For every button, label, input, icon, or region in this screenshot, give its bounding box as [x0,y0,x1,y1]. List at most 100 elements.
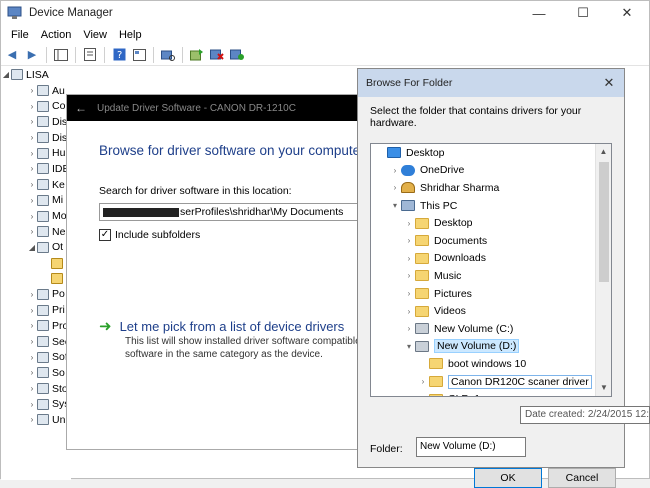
enable-device-icon[interactable] [228,46,246,64]
folder-item[interactable]: › Desktop [371,214,611,232]
expand-chevron-icon[interactable]: › [403,254,415,263]
tree-item[interactable]: › Ne [1,224,71,240]
folder-item[interactable]: › CLF -1 [371,390,611,396]
tree-item[interactable]: › Po [1,287,71,303]
show-hide-tree-icon[interactable] [52,46,70,64]
folder-item[interactable]: › OneDrive [371,162,611,180]
expand-chevron-icon[interactable]: › [389,166,401,175]
expand-chevron-icon[interactable]: › [27,164,37,173]
expand-chevron-icon[interactable]: › [403,307,415,316]
pick-driver-label[interactable]: Let me pick from a list of device driver… [120,319,345,334]
collapse-chevron-icon[interactable]: ▾ [403,342,415,351]
menu-action[interactable]: Action [35,29,78,41]
menu-view[interactable]: View [77,29,113,41]
folder-item[interactable]: ▾ New Volume (D:) [371,338,611,356]
expand-chevron-icon[interactable]: › [27,290,37,299]
help-icon[interactable]: ? [110,46,128,64]
menu-help[interactable]: Help [113,29,148,41]
folder-item[interactable]: boot windows 10 [371,355,611,373]
expand-chevron-icon[interactable]: › [27,415,37,424]
folder-tree-scrollbar[interactable]: ▲ ▼ [595,144,611,396]
expand-chevron-icon[interactable]: › [27,133,37,142]
include-subfolders-checkbox[interactable]: ✓ Include subfolders [99,229,200,241]
folder-item[interactable]: › Pictures [371,285,611,303]
collapse-chevron-icon[interactable]: ▾ [389,201,401,210]
folder-item[interactable]: › Downloads [371,250,611,268]
expand-chevron-icon[interactable]: › [27,117,37,126]
expand-chevron-icon[interactable]: › [27,102,37,111]
expand-chevron-icon[interactable]: › [403,271,415,280]
tree-item[interactable]: › Mi [1,193,71,209]
tree-item[interactable]: › Ke [1,177,71,193]
properties-icon[interactable] [81,46,99,64]
expand-chevron-icon[interactable]: › [27,227,37,236]
ok-button[interactable]: OK [474,468,542,488]
close-button[interactable]: ✕ [605,1,649,25]
collapse-chevron-icon[interactable]: ◢ [1,70,11,79]
search-location-input[interactable]: serProfiles\shridhar\My Documents [99,203,369,221]
expand-chevron-icon[interactable]: › [27,400,37,409]
expand-chevron-icon[interactable]: › [417,377,429,386]
scan-hardware-icon[interactable] [159,46,177,64]
folder-tree[interactable]: Desktop › OneDrive › Shridhar Sharma ▾ This PC… [370,143,612,397]
expand-chevron-icon[interactable]: ◢ [27,243,37,252]
tree-item[interactable]: › So [1,365,71,381]
expand-chevron-icon[interactable]: › [27,384,37,393]
expand-chevron-icon[interactable]: › [27,149,37,158]
expand-chevron-icon[interactable]: › [27,353,37,362]
scroll-down-icon[interactable]: ▼ [596,380,611,396]
checkbox-checked-icon[interactable]: ✓ [99,229,111,241]
expand-chevron-icon[interactable]: › [27,368,37,377]
back-arrow-icon[interactable]: ← [75,101,87,115]
tree-item[interactable]: › Sec [1,334,71,350]
expand-chevron-icon[interactable]: › [403,289,415,298]
scroll-thumb[interactable] [599,162,609,282]
tree-item[interactable] [1,255,71,271]
tree-root[interactable]: ◢ LISA [1,67,71,83]
tree-item[interactable]: › Sof [1,349,71,365]
folder-item[interactable]: › Canon DR120C scaner driver [371,373,611,391]
tree-item[interactable]: › Pri [1,302,71,318]
uninstall-device-icon[interactable] [208,46,226,64]
back-arrow-icon[interactable]: ◀ [3,46,21,64]
expand-chevron-icon[interactable]: › [27,180,37,189]
scroll-up-icon[interactable]: ▲ [596,144,611,160]
folder-item[interactable]: › Videos [371,302,611,320]
expand-chevron-icon[interactable]: › [27,212,37,221]
folder-item[interactable]: › Documents [371,232,611,250]
tree-item[interactable]: ◢ Ot [1,240,71,256]
expand-chevron-icon[interactable]: › [27,196,37,205]
tree-item[interactable]: › Co [1,98,71,114]
view-icon[interactable] [130,46,148,64]
tree-item[interactable]: › Dis [1,130,71,146]
folder-input[interactable]: New Volume (D:) [416,437,526,457]
cancel-button[interactable]: Cancel [548,468,616,488]
tree-item[interactable]: › IDE [1,161,71,177]
folder-item[interactable]: › Shridhar Sharma [371,179,611,197]
expand-chevron-icon[interactable]: › [27,306,37,315]
expand-chevron-icon[interactable]: › [27,337,37,346]
expand-chevron-icon[interactable]: › [389,183,401,192]
tree-item[interactable]: › Dis [1,114,71,130]
menu-file[interactable]: File [5,29,35,41]
tree-item[interactable]: › Sys [1,396,71,412]
close-icon[interactable]: ✕ [594,75,624,91]
folder-item[interactable]: ▾ This PC [371,197,611,215]
expand-chevron-icon[interactable]: › [403,324,415,333]
expand-chevron-icon[interactable]: › [27,321,37,330]
folder-item[interactable]: Desktop [371,144,611,162]
tree-item[interactable]: › Sto [1,381,71,397]
tree-item[interactable]: › Un [1,412,71,428]
tree-item[interactable] [1,271,71,287]
tree-item[interactable]: › Au [1,83,71,99]
pick-driver-link[interactable]: ➜ Let me pick from a list of device driv… [99,317,344,335]
tree-item[interactable]: › Pro [1,318,71,334]
minimize-button[interactable]: — [517,1,561,25]
forward-arrow-icon[interactable]: ▶ [23,46,41,64]
update-driver-icon[interactable] [188,46,206,64]
expand-chevron-icon[interactable]: › [417,395,429,396]
expand-chevron-icon[interactable]: › [27,86,37,95]
expand-chevron-icon[interactable]: › [403,236,415,245]
folder-item[interactable]: › Music [371,267,611,285]
tree-item[interactable]: › Mo [1,208,71,224]
